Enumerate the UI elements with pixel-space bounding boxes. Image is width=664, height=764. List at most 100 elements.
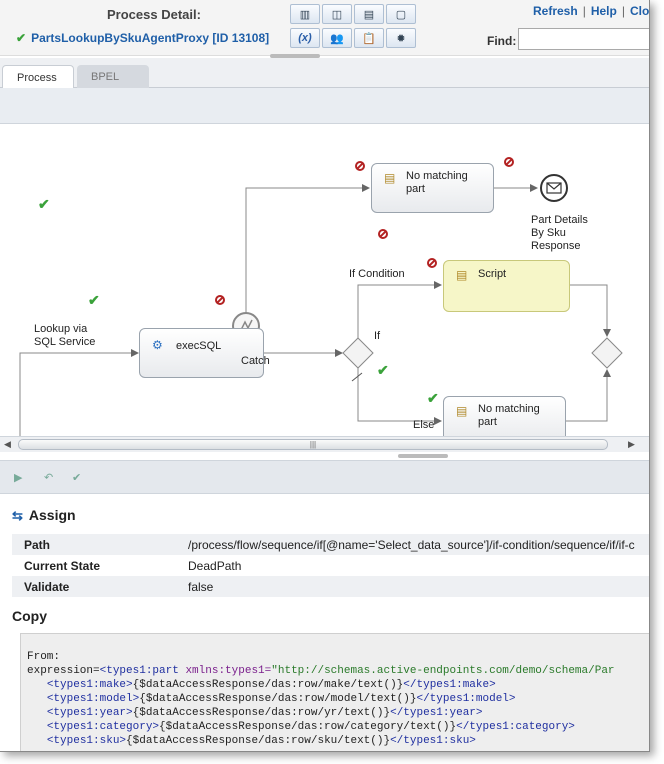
code-tag: </types1:make> [403,679,496,691]
link-if-condition [357,281,442,338]
if-label: If [374,330,381,342]
check-icon: ✔ [16,31,27,45]
process-name-label: PartsLookupBySkuAgentProxy [ID 13108] [31,31,270,45]
node-no-matching-part-bottom[interactable]: ▤ No matching part [443,396,566,436]
assign-icon: ⇆ [12,508,23,523]
service-gear-icon: ⚙ [152,338,163,352]
page-title: Process Detail: [107,7,201,22]
activity-title-label: Assign [28,507,76,523]
node-execsql-label: execSQL [176,340,222,352]
debug-bug-icon[interactable]: ✹ [386,28,416,48]
close-link[interactable]: Clos [630,4,649,18]
layout-single-panel-icon[interactable]: ▢ [386,4,416,24]
tab-process[interactable]: Process [2,65,74,89]
code-tag: <types1:make> [46,679,133,691]
code-body: {$dataAccessResponse/das:row/sku/text()} [126,735,391,747]
code-body: {$dataAccessResponse/das:row/model/text(… [139,693,417,705]
resume-icon[interactable]: ▶ [14,471,32,485]
header: Process Detail: ✔ PartsLookupBySkuAgentPr… [0,0,649,58]
scroll-left-icon[interactable]: ◀ [4,439,11,450]
copy-section-title: Copy [12,608,47,624]
layout-right-panel-icon[interactable]: ◫ [322,4,352,24]
layout-toolbar: ▥ ◫ ▤ ▢ [290,4,416,24]
link-else-out [566,369,611,422]
response-label-2: By Sku [531,227,566,239]
app-window: Process Detail: ✔ PartsLookupBySkuAgentPr… [0,0,650,752]
variables-icon[interactable]: (x) [290,28,320,48]
script-icon: ▤ [456,268,468,282]
tab-bar: Process BPEL [0,58,649,89]
node-script-label: Script [478,268,507,280]
code-string: "http://schemas.active-endpoints.com/dem… [271,665,615,677]
documents-icon[interactable]: 📋 [354,28,384,48]
code-expr-prefix: expression= [27,665,100,677]
code-body: {$dataAccessResponse/das:row/make/text()… [132,679,404,691]
property-value: /process/flow/sequence/if[@name='Select_… [176,534,649,555]
code-tag: </types1:model> [416,693,516,705]
node-execsql[interactable]: ⚙ execSQL [139,328,264,378]
table-row: Validate false [12,576,649,597]
code-tag: <types1:year> [46,707,133,719]
splitter-handle[interactable] [398,454,448,458]
scroll-thumb[interactable]: ||| [18,439,608,450]
document-icon: ▤ [456,404,468,418]
if-condition-label: If Condition [349,268,405,280]
activity-title: ⇆ Assign [12,507,76,524]
completed-check-icon: ✔ [427,390,439,406]
diagram-scrollbar[interactable]: ◀ ||| ▶ [0,436,649,452]
refresh-link[interactable]: Refresh [533,4,578,18]
node-label-line2: part [406,183,425,195]
catch-label: Catch [241,355,270,367]
completed-check-icon: ✔ [377,362,389,378]
code-tag: </types1:category> [456,721,575,733]
response-label-1: Part Details [531,214,588,226]
property-value: DeadPath [188,558,242,573]
node-label-line2: part [478,416,497,428]
dead-path-icon [355,161,365,171]
code-tag: <types1:model> [46,693,140,705]
process-diagram[interactable]: ⚙ execSQL ▤ No matching part ▤ Script ▤ … [0,124,649,436]
dead-path-icon [378,229,388,239]
code-body: {$dataAccessResponse/das:row/category/te… [159,721,457,733]
help-link[interactable]: Help [591,4,617,18]
layout-left-panel-icon[interactable]: ▥ [290,4,320,24]
code-tag: <types1:part [99,665,179,677]
link-script-out [570,284,611,337]
scroll-right-icon[interactable]: ▶ [628,439,635,450]
code-tag: <types1:sku> [46,735,127,747]
link-to-top-nomatch [245,184,370,316]
code-tag: </types1:year> [390,707,483,719]
property-key: Validate [12,576,176,597]
code-tag: <types1:category> [46,721,160,733]
else-label: Else [413,419,435,431]
property-key: Path [12,534,176,555]
if-gateway [342,337,374,369]
action-toolbar: (x) 👥 📋 ✹ [290,28,416,48]
table-row: Current State DeadPath [12,555,649,576]
node-script[interactable]: ▤ Script [443,260,570,312]
property-key: Current State [24,558,101,573]
node-label-line1: No matching [406,170,468,182]
tab-bpel[interactable]: BPEL [77,65,149,89]
process-name[interactable]: ✔ PartsLookupBySkuAgentProxy [ID 13108] [16,31,269,45]
lookup-label-1: Lookup via [34,323,88,335]
table-row: Path /process/flow/sequence/if[@name='Se… [12,534,649,555]
layout-split-horizontal-icon[interactable]: ▤ [354,4,384,24]
node-no-matching-part-top[interactable]: ▤ No matching part [371,163,494,213]
document-icon: ▤ [384,171,396,185]
dead-path-icon [504,157,514,167]
find-label: Find: [487,34,517,48]
complete-icon[interactable]: ✔ [72,471,90,485]
code-tag: </types1:sku> [390,735,476,747]
retry-icon[interactable]: ↶ [44,471,62,485]
partner-links-icon[interactable]: 👥 [322,28,352,48]
completed-check-icon: ✔ [38,196,50,212]
properties-table: Path /process/flow/sequence/if[@name='Se… [12,534,649,597]
dead-path-icon [215,295,225,305]
copy-code-block: From: expression=<types1:part xmlns:type… [20,633,649,751]
response-label-3: Response [531,240,581,252]
code-body: {$dataAccessResponse/das:row/yr/text()} [132,707,391,719]
find-input[interactable] [518,28,649,50]
dead-path-icon [427,258,437,268]
header-links: Refresh|Help|Clos [533,4,649,18]
